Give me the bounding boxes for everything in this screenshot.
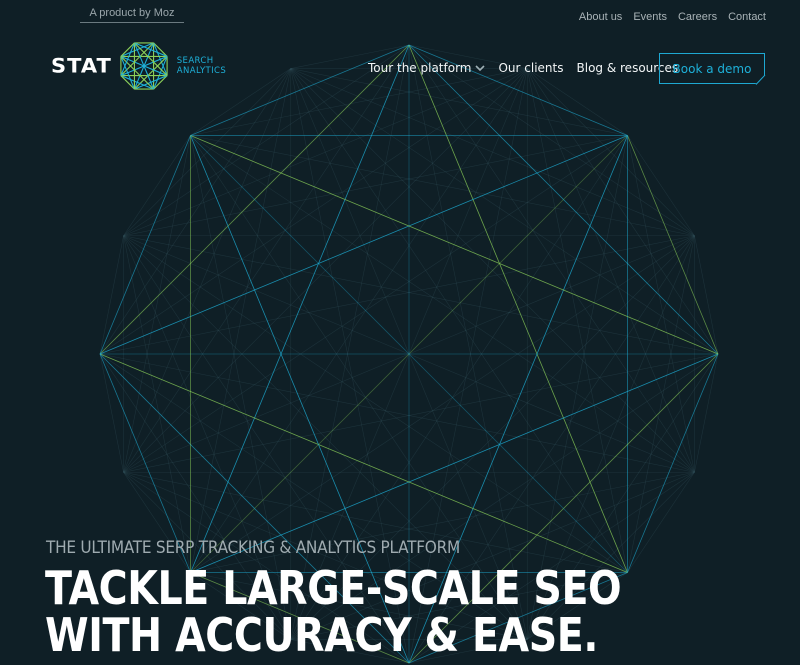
logo-mesh-line [120, 42, 135, 57]
faint-mesh-line [123, 471, 628, 573]
tagline-text: A product by Moz [89, 7, 175, 19]
utility-link-about[interactable]: About us [579, 11, 622, 23]
button-corner-accent [755, 75, 766, 85]
faint-mesh-line [526, 68, 628, 573]
hero-headline-line2: WITH ACCURACY & EASE. [45, 608, 598, 662]
faint-mesh-line [290, 68, 628, 573]
faint-mesh-line [290, 68, 719, 355]
octagon-logo-icon [120, 42, 168, 90]
main-nav: Tour the platform Our clients Blog & res… [368, 61, 678, 75]
star-mesh-line [99, 135, 191, 355]
faint-mesh-line [190, 135, 695, 237]
logo-subtitle-line2: ANALYTICS [176, 66, 227, 76]
faint-mesh-line [123, 235, 628, 573]
logo-mesh-line [152, 75, 168, 90]
nav-tour-platform-label: Tour the platform [368, 61, 472, 75]
hero-eyebrow: THE ULTIMATE SERP TRACKING & ANALYTICS P… [46, 538, 460, 557]
star-mesh-line [190, 44, 410, 573]
utility-link-careers[interactable]: Careers [678, 11, 717, 23]
logo-mesh-line [120, 42, 154, 76]
faint-mesh-line [99, 235, 695, 355]
faint-mesh-line [123, 353, 719, 473]
logo-mesh-line [120, 56, 154, 90]
faint-mesh-line [123, 135, 628, 473]
logo-subtitle-line1: SEARCH [176, 56, 214, 66]
faint-mesh-line [290, 68, 695, 237]
nav-our-clients[interactable]: Our clients [498, 61, 563, 75]
faint-mesh-line [123, 44, 410, 473]
star-mesh-line [190, 135, 719, 355]
stat-logo[interactable]: STAT SEARCH ANALYTICS [51, 38, 226, 94]
faint-mesh-line [190, 471, 695, 573]
logo-mesh-line [120, 75, 135, 90]
faint-mesh-line [99, 353, 695, 473]
utility-link-events[interactable]: Events [633, 11, 667, 23]
chevron-down-icon [475, 65, 486, 72]
book-demo-label: Book a demo [672, 61, 752, 76]
utility-nav: About us Events Careers Contact [579, 11, 766, 23]
faint-mesh-line [408, 44, 695, 473]
star-mesh-line [408, 44, 628, 573]
star-mesh-line [627, 353, 719, 573]
faint-mesh-line [123, 135, 628, 237]
faint-mesh-line [190, 135, 695, 473]
logo-subtitle: SEARCH ANALYTICS [177, 56, 226, 76]
star-mesh-line [627, 135, 719, 355]
star-mesh-line [99, 135, 628, 355]
logo-mesh-line [152, 42, 168, 57]
faint-mesh-line [123, 68, 292, 473]
utility-link-contact[interactable]: Contact [728, 11, 766, 23]
logo-mesh-line [133, 56, 168, 90]
hero-headline-line1: TACKLE LARGE-SCALE SEO [45, 561, 622, 615]
faint-mesh-line [99, 68, 528, 355]
logo-wordmark: STAT [51, 54, 112, 78]
faint-mesh-line [123, 235, 719, 355]
star-mesh-line [408, 44, 628, 136]
hero-headline: TACKLE LARGE-SCALE SEO WITH ACCURACY & E… [45, 565, 622, 662]
book-demo-button[interactable]: Book a demo [659, 53, 765, 84]
logo-mesh-line [133, 42, 168, 76]
faint-mesh-line [190, 235, 695, 573]
faint-mesh-line [190, 68, 292, 573]
nav-tour-platform[interactable]: Tour the platform [368, 61, 486, 75]
moz-product-tagline[interactable]: A product by Moz [80, 7, 184, 23]
faint-mesh-line [190, 68, 528, 573]
